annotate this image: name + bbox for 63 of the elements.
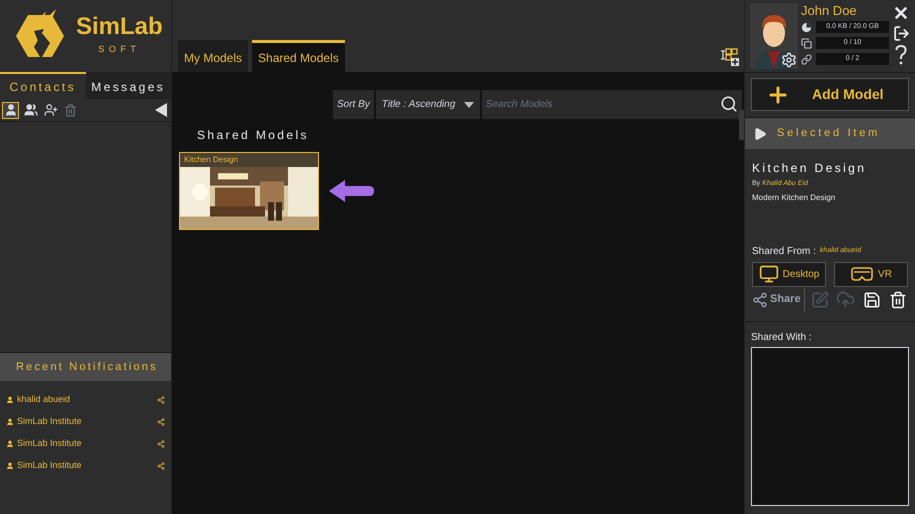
- collapse-arrow-icon[interactable]: [155, 103, 167, 117]
- contact-tool-button[interactable]: [22, 102, 39, 118]
- users-icon: [24, 103, 38, 117]
- model-title: Kitchen Design: [183, 154, 239, 166]
- notifications-title: Recent Notifications: [16, 360, 158, 375]
- share-icon: [157, 440, 165, 448]
- contact-tool-button[interactable]: [42, 102, 59, 118]
- section-title: Shared Models: [197, 127, 310, 144]
- notification-sender[interactable]: khalid abueid: [17, 393, 154, 407]
- save-icon: [862, 290, 881, 308]
- item-description: Modern Kitchen Design: [752, 192, 836, 204]
- cloud-upload-icon: [836, 290, 856, 309]
- item-title: Kitchen Design: [752, 160, 868, 177]
- models-tab[interactable]: Shared Models: [252, 40, 345, 72]
- play-icon: [753, 126, 767, 140]
- user-icon: [6, 440, 14, 448]
- trash-icon: [64, 104, 77, 116]
- panel-tab[interactable]: Messages: [86, 72, 171, 99]
- contact-tool-button[interactable]: [2, 102, 19, 118]
- close-icon[interactable]: [892, 4, 910, 22]
- sort-dropdown[interactable]: Title : Ascending: [376, 90, 480, 119]
- trash-icon: [888, 290, 907, 308]
- search-field[interactable]: Search Models: [482, 90, 742, 119]
- user-icon: [6, 418, 14, 426]
- copy-icon: [801, 38, 812, 48]
- add-user-icon: [44, 103, 58, 117]
- share-icon: [157, 396, 165, 404]
- help-icon[interactable]: [895, 45, 907, 65]
- pie-chart-icon: [801, 22, 812, 32]
- avatar: [750, 3, 798, 69]
- model-grid-icon[interactable]: [720, 47, 740, 67]
- shared-with-label: Shared With :: [751, 330, 813, 344]
- shared-from-label: Shared From :: [752, 244, 816, 258]
- view-button[interactable]: VR: [834, 262, 908, 286]
- settings-icon[interactable]: [781, 52, 797, 68]
- logo-name: SimLab: [76, 15, 163, 40]
- share-icon: [157, 418, 165, 426]
- logout-icon[interactable]: [892, 25, 910, 42]
- share-icon: [752, 292, 768, 308]
- user-icon: [6, 462, 14, 470]
- arrow-left-icon: [329, 179, 375, 203]
- search-icon[interactable]: [720, 95, 738, 113]
- vr-headset-icon: [850, 267, 874, 281]
- scrollbar[interactable]: [739, 110, 744, 140]
- model-card[interactable]: Kitchen Design: [179, 152, 319, 230]
- share-button[interactable]: Share: [752, 288, 805, 312]
- link-icon: [801, 54, 812, 64]
- edit-icon: [811, 290, 829, 308]
- user-icon: [6, 396, 14, 404]
- notification-sender[interactable]: SimLab Institute: [17, 459, 154, 473]
- notification-sender[interactable]: SimLab Institute: [17, 437, 154, 451]
- share-icon: [157, 462, 165, 470]
- notification-sender[interactable]: SimLab Institute: [17, 415, 154, 429]
- view-button[interactable]: Desktop: [752, 262, 826, 286]
- models-tab[interactable]: My Models: [178, 40, 248, 72]
- monitor-icon: [758, 264, 779, 284]
- sort-label: Sort By: [333, 90, 374, 119]
- logo-subtitle: SOFT: [98, 43, 140, 56]
- user-name: John Doe: [801, 3, 858, 19]
- dropdown-arrow-icon: [464, 102, 474, 108]
- selected-item-title: Selected Item: [777, 126, 880, 142]
- add-model-button[interactable]: Add Model: [751, 78, 909, 111]
- user-icon: [4, 103, 18, 117]
